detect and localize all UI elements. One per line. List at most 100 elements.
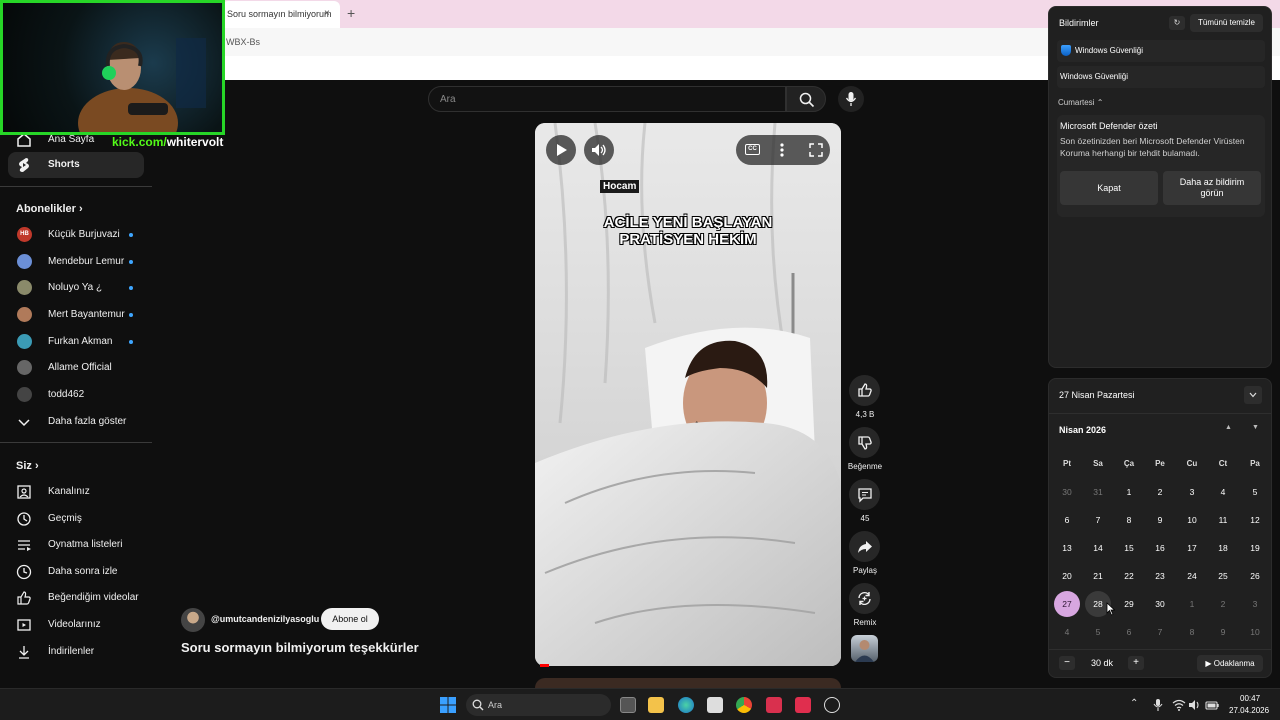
sidebar-item-downloads[interactable]: İndirilenler: [8, 639, 144, 665]
do-not-disturb-icon[interactable]: ↻: [1169, 16, 1185, 30]
sidebar-item-watch-later[interactable]: Daha sonra izle: [8, 559, 144, 585]
subscribe-button[interactable]: Abone ol: [321, 608, 379, 630]
calendar-day[interactable]: 10: [1242, 619, 1268, 645]
edge-browser-icon[interactable]: [678, 697, 694, 713]
more-options-icon[interactable]: [780, 143, 784, 157]
calendar-day[interactable]: 10: [1179, 507, 1205, 533]
bookmark-item[interactable]: WBX-Bs: [226, 37, 260, 47]
share-button[interactable]: [849, 531, 880, 562]
sidebar-item-subscription[interactable]: HB Küçük Burjuvazi: [8, 222, 144, 248]
video-title[interactable]: Soru sormayın bilmiyorum teşekkürler: [181, 640, 419, 655]
sidebar-item-subscription[interactable]: Mert Bayantemur: [8, 302, 144, 328]
sidebar-item-shorts[interactable]: Shorts: [8, 152, 144, 178]
calendar-day[interactable]: 13: [1054, 535, 1080, 561]
calendar-day[interactable]: 19: [1242, 535, 1268, 561]
calendar-day[interactable]: 7: [1085, 507, 1111, 533]
notification-group-header[interactable]: Cumartesi ⌃: [1058, 98, 1103, 107]
calendar-day[interactable]: 31: [1085, 479, 1111, 505]
calendar-day[interactable]: 22: [1116, 563, 1142, 589]
calendar-day[interactable]: 8: [1179, 619, 1205, 645]
remix-button[interactable]: [849, 583, 880, 614]
calendar-day[interactable]: 4: [1210, 479, 1236, 505]
calendar-day[interactable]: 7: [1147, 619, 1173, 645]
notification-app-header[interactable]: Windows Güvenliği: [1057, 40, 1265, 62]
chrome-icon[interactable]: [736, 697, 752, 713]
defender-notification-card[interactable]: Microsoft Defender özeti Son özetinizden…: [1057, 115, 1265, 217]
app-icon[interactable]: [824, 697, 840, 713]
clock-time[interactable]: 00:47: [1240, 694, 1260, 703]
volume-button[interactable]: [584, 135, 614, 165]
calendar-day[interactable]: 27: [1054, 591, 1080, 617]
show-more-button[interactable]: Daha fazla göster: [8, 409, 144, 435]
sidebar-item-history[interactable]: Geçmiş: [8, 506, 144, 532]
calendar-day[interactable]: 29: [1116, 591, 1142, 617]
calendar-day[interactable]: 12: [1242, 507, 1268, 533]
start-focus-button[interactable]: ▶ Odaklanma: [1197, 655, 1263, 672]
calendar-day[interactable]: 18: [1210, 535, 1236, 561]
calendar-day[interactable]: 9: [1210, 619, 1236, 645]
next-video-preview[interactable]: [535, 678, 841, 688]
browser-tab[interactable]: Soru sormayın bilmiyorum: [222, 1, 340, 28]
tab-close-icon[interactable]: ×: [324, 8, 330, 19]
play-button[interactable]: [546, 135, 576, 165]
calendar-day[interactable]: 4: [1054, 619, 1080, 645]
calendar-day[interactable]: 1: [1116, 479, 1142, 505]
app-icon[interactable]: [795, 697, 811, 713]
sidebar-item-your-videos[interactable]: Videolarınız: [8, 612, 144, 638]
battery-icon[interactable]: [1205, 698, 1219, 712]
sidebar-item-subscription[interactable]: Allame Official: [8, 355, 144, 381]
calendar-day[interactable]: 23: [1147, 563, 1173, 589]
search-button[interactable]: [786, 86, 826, 112]
calendar-day[interactable]: 24: [1179, 563, 1205, 589]
clock-date[interactable]: 27.04.2026: [1229, 706, 1269, 715]
calendar-day[interactable]: 11: [1210, 507, 1236, 533]
voice-search-button[interactable]: [838, 86, 864, 112]
like-button[interactable]: [849, 375, 880, 406]
wifi-icon[interactable]: [1172, 698, 1186, 712]
channel-avatar[interactable]: [181, 608, 205, 632]
new-tab-button[interactable]: +: [347, 5, 355, 21]
sidebar-item-subscription[interactable]: todd462: [8, 382, 144, 408]
microphone-icon[interactable]: [1151, 698, 1165, 712]
calendar-day[interactable]: 15: [1116, 535, 1142, 561]
sidebar-item-subscription[interactable]: Furkan Akman: [8, 329, 144, 355]
sidebar-item-playlists[interactable]: Oynatma listeleri: [8, 532, 144, 558]
calendar-day[interactable]: 2: [1147, 479, 1173, 505]
calendar-day[interactable]: 30: [1147, 591, 1173, 617]
focus-decrease-button[interactable]: −: [1059, 656, 1075, 670]
channel-handle[interactable]: @umutcandenizilyasoglu: [211, 614, 319, 624]
fullscreen-icon[interactable]: [809, 143, 823, 157]
calendar-day[interactable]: 3: [1179, 479, 1205, 505]
calendar-collapse-button[interactable]: [1244, 386, 1262, 404]
windows-start-icon[interactable]: [440, 697, 456, 713]
calendar-day[interactable]: 2: [1210, 591, 1236, 617]
calendar-day[interactable]: 20: [1054, 563, 1080, 589]
search-input[interactable]: Ara: [428, 86, 786, 112]
calendar-day[interactable]: 1: [1179, 591, 1205, 617]
speaker-icon[interactable]: [1188, 698, 1202, 712]
next-month-icon[interactable]: ▼: [1252, 424, 1259, 431]
comments-button[interactable]: [849, 479, 880, 510]
chevron-up-icon[interactable]: ⌃: [1130, 698, 1144, 712]
calendar-day[interactable]: 6: [1054, 507, 1080, 533]
sound-thumbnail[interactable]: [851, 635, 878, 662]
calendar-day[interactable]: 16: [1147, 535, 1173, 561]
sidebar-item-subscription[interactable]: Mendebur Lemur: [8, 249, 144, 275]
shorts-video-player[interactable]: [535, 123, 841, 666]
calendar-month-title[interactable]: Nisan 2026: [1059, 425, 1106, 435]
file-explorer-icon[interactable]: [648, 697, 664, 713]
microsoft-store-icon[interactable]: [707, 697, 723, 713]
dislike-button[interactable]: [849, 427, 880, 458]
previous-month-icon[interactable]: ▲: [1225, 424, 1232, 431]
calendar-day[interactable]: 6: [1116, 619, 1142, 645]
video-progress-bar[interactable]: [540, 664, 549, 667]
task-view-icon[interactable]: [620, 697, 636, 713]
subscriptions-title[interactable]: Abonelikler ›: [16, 203, 83, 215]
calendar-day[interactable]: 26: [1242, 563, 1268, 589]
calendar-day[interactable]: 5: [1242, 479, 1268, 505]
calendar-day[interactable]: 8: [1116, 507, 1142, 533]
calendar-day[interactable]: 25: [1210, 563, 1236, 589]
calendar-day[interactable]: 30: [1054, 479, 1080, 505]
captions-button[interactable]: CC: [745, 144, 760, 155]
taskbar-search-box[interactable]: Ara: [466, 694, 611, 716]
